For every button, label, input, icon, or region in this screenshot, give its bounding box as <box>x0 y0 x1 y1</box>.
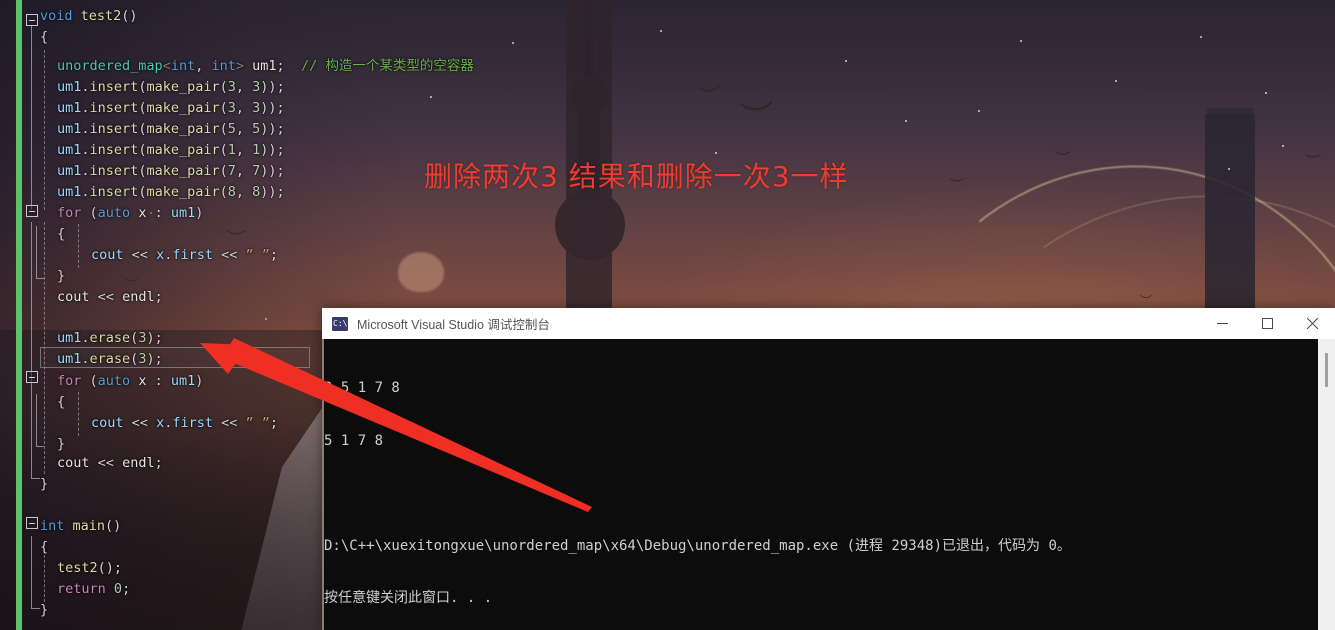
code-line[interactable]: { <box>40 537 48 558</box>
code-line[interactable]: um1.insert(make_pair(8, 8)); <box>57 182 285 203</box>
block-structure-guide <box>31 26 32 210</box>
console-line: D:\C++\xuexitongxue\unordered_map\x64\De… <box>324 537 1071 554</box>
code-line[interactable]: um1.insert(make_pair(5, 5)); <box>57 119 285 140</box>
console-window[interactable]: Microsoft Visual Studio 调试控制台 3 5 1 7 8 … <box>322 308 1335 630</box>
maximize-button[interactable] <box>1245 308 1290 339</box>
block-structure-guide <box>31 222 32 478</box>
code-line[interactable]: for (auto x : um1) <box>57 371 203 392</box>
block-structure-guide <box>31 608 40 609</box>
console-title-text: Microsoft Visual Studio 调试控制台 <box>357 318 550 332</box>
indent-guide <box>78 224 79 268</box>
console-scrollbar[interactable] <box>1318 339 1335 630</box>
code-line[interactable]: um1.insert(make_pair(7, 7)); <box>57 161 285 182</box>
code-line[interactable]: int main() <box>40 516 121 537</box>
code-line[interactable]: um1.erase(3); <box>57 328 163 349</box>
cmd-prompt-icon <box>332 316 348 331</box>
code-line[interactable]: cout << x.first << ” ”; <box>91 413 278 434</box>
code-line[interactable]: void test2() <box>40 6 138 27</box>
code-line-current[interactable]: um1.erase(3); <box>57 349 163 370</box>
console-output-area[interactable]: 3 5 1 7 8 5 1 7 8 D:\C++\xuexitongxue\un… <box>322 339 1335 630</box>
code-line[interactable]: um1.insert(make_pair(3, 3)); <box>57 98 285 119</box>
console-line: 3 5 1 7 8 <box>324 380 400 396</box>
close-button[interactable] <box>1290 308 1335 339</box>
code-line[interactable]: { <box>40 27 48 48</box>
code-line[interactable]: test2(); <box>57 558 122 579</box>
code-line[interactable]: um1.insert(make_pair(1, 1)); <box>57 140 285 161</box>
code-line[interactable]: { <box>57 224 65 245</box>
code-line[interactable]: { <box>57 392 65 413</box>
code-line[interactable]: } <box>57 434 65 455</box>
scope-guide <box>36 278 44 279</box>
annotation-text: 删除两次3 结果和删除一次3一样 <box>424 160 849 193</box>
code-line[interactable]: for (auto x : um1) <box>57 203 203 224</box>
window-controls[interactable] <box>1200 308 1335 339</box>
change-indicator-bar <box>16 0 22 630</box>
console-line: 按任意键关闭此窗口. . . <box>324 590 493 606</box>
code-line[interactable]: cout << x.first << ” ”; <box>91 245 278 266</box>
indent-guide <box>44 50 45 210</box>
console-left-edge <box>322 339 324 630</box>
code-line[interactable]: } <box>40 600 48 621</box>
fold-toggle-test2[interactable] <box>26 14 38 26</box>
console-output-text: 3 5 1 7 8 5 1 7 8 D:\C++\xuexitongxue\un… <box>322 339 1335 630</box>
code-line[interactable]: um1.insert(make_pair(3, 3)); <box>57 77 285 98</box>
scope-guide <box>36 226 37 278</box>
block-structure-guide <box>31 478 40 479</box>
scope-guide <box>36 446 44 447</box>
fold-toggle-main[interactable] <box>26 517 38 529</box>
scope-guide <box>36 394 37 446</box>
indent-guide <box>78 392 79 436</box>
code-line[interactable]: unordered_map<int, int> um1; // 构造一个某类型的… <box>57 56 474 77</box>
minimize-button[interactable] <box>1200 308 1245 339</box>
console-scrollbar-thumb[interactable] <box>1325 353 1328 387</box>
code-line[interactable]: } <box>57 266 65 287</box>
console-title-bar[interactable]: Microsoft Visual Studio 调试控制台 <box>322 308 1335 339</box>
code-line[interactable]: cout << endl; <box>57 287 163 308</box>
code-comment: // 构造一个某类型的空容器 <box>300 58 474 74</box>
fold-toggle-for-loop[interactable] <box>26 205 38 217</box>
code-line[interactable]: return 0; <box>57 579 130 600</box>
screen: ︶ ︶ ︶ ︶ ︶ ︶ ︶ ︶ <box>0 0 1335 630</box>
code-line[interactable]: cout << endl; <box>57 453 163 474</box>
fold-toggle-for-loop[interactable] <box>26 371 38 383</box>
code-line[interactable]: } <box>40 474 48 495</box>
block-structure-guide <box>31 536 32 608</box>
console-line: 5 1 7 8 <box>324 432 384 449</box>
